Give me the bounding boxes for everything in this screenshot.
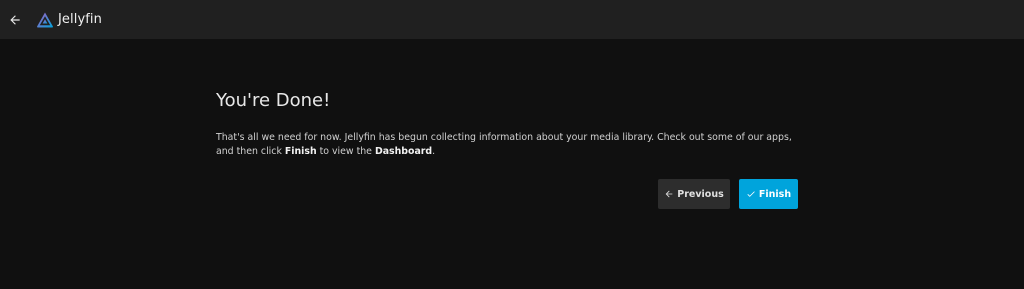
app-name: Jellyfin xyxy=(58,12,102,27)
app-header: Jellyfin xyxy=(0,0,1024,39)
wizard-content: You're Done! That's all we need for now.… xyxy=(216,88,800,159)
previous-button[interactable]: Previous xyxy=(658,179,730,209)
desc-text-3: . xyxy=(432,146,436,157)
desc-bold-dashboard: Dashboard xyxy=(374,146,433,157)
finish-button-label: Finish xyxy=(758,188,792,200)
finish-button[interactable]: Finish xyxy=(739,179,798,209)
arrow-left-icon xyxy=(8,13,22,27)
jellyfin-logo-icon xyxy=(36,11,54,29)
arrow-left-icon xyxy=(664,189,674,199)
page-title: You're Done! xyxy=(216,90,331,111)
wizard-description: That's all we need for now. Jellyfin has… xyxy=(216,131,800,159)
desc-bold-finish: Finish xyxy=(284,146,317,157)
check-icon xyxy=(746,189,756,199)
app-logo[interactable]: Jellyfin xyxy=(36,11,102,29)
previous-button-label: Previous xyxy=(677,188,724,200)
desc-text-2: to view the xyxy=(316,146,375,157)
back-button[interactable] xyxy=(0,0,30,39)
